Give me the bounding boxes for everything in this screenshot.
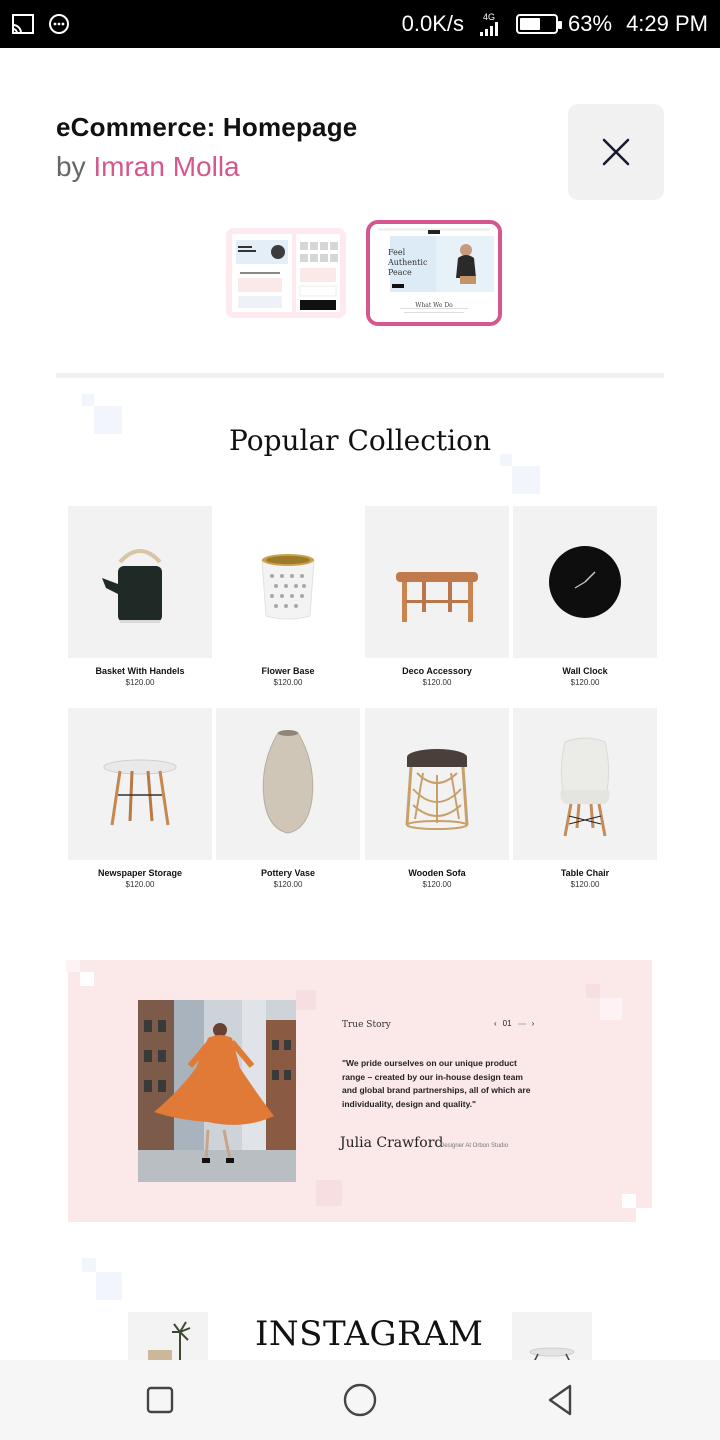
product-name: Wooden Sofa — [408, 868, 466, 878]
decor-square — [80, 972, 94, 986]
product-card[interactable]: Pottery Vase $120.00 — [216, 708, 360, 889]
decor-square — [82, 1258, 96, 1272]
thumbnail-1[interactable] — [226, 228, 346, 318]
page-number: 01 — [502, 1019, 512, 1028]
thumb-caption: What We Do — [415, 302, 453, 309]
byline: by Imran Molla — [56, 151, 357, 183]
chair-image — [560, 737, 610, 837]
product-card[interactable]: Wooden Sofa $120.00 — [365, 708, 509, 889]
product-name: Newspaper Storage — [97, 868, 183, 878]
story-pager: ‹ 01 › — [494, 1019, 534, 1028]
battery-percent: 63% — [568, 11, 613, 36]
home-button[interactable] — [340, 1380, 380, 1420]
decor-square — [600, 998, 622, 1020]
instagram-image[interactable] — [128, 1312, 208, 1362]
thumb-text-2: Authentic — [388, 258, 428, 267]
product-price: $120.00 — [422, 678, 452, 687]
product-name: Flower Base — [261, 666, 315, 676]
decor-square — [586, 984, 600, 998]
product-price: $120.00 — [422, 880, 452, 889]
decor-square — [316, 1180, 342, 1206]
product-price: $120.00 — [570, 880, 600, 889]
product-card[interactable]: Table Chair $120.00 — [513, 708, 657, 889]
recents-button[interactable] — [140, 1380, 180, 1420]
close-icon — [602, 138, 630, 166]
product-price: $120.00 — [570, 678, 600, 687]
product-card[interactable]: Newspaper Storage $120.00 — [68, 708, 212, 889]
product-name: Table Chair — [560, 868, 610, 878]
close-button[interactable] — [568, 104, 664, 200]
product-name: Pottery Vase — [260, 868, 316, 878]
product-price: $120.00 — [273, 880, 303, 889]
product-name: Basket With Handels — [95, 666, 185, 676]
product-card[interactable]: Wall Clock $120.00 — [513, 506, 657, 687]
product-price: $120.00 — [125, 678, 155, 687]
back-button[interactable] — [540, 1380, 580, 1420]
page-title: eCommerce: Homepage — [56, 112, 358, 142]
product-name: Deco Accessory — [402, 666, 472, 676]
status-bar: 0.0K/s 4G 63% 4:29 PM — [0, 0, 720, 48]
story-label: True Story — [342, 1020, 391, 1030]
thumb-text-3: Peace — [388, 268, 412, 277]
circle-icon — [343, 1383, 377, 1417]
stool-image — [405, 749, 469, 830]
pager-bar — [517, 1022, 526, 1025]
decor-square — [512, 466, 540, 494]
battery-icon — [516, 14, 563, 34]
square-icon — [146, 1386, 174, 1414]
cast-icon — [12, 14, 34, 34]
vase-image — [262, 730, 314, 834]
system-nav-bar — [0, 1360, 720, 1440]
network-type: 4G — [483, 11, 496, 22]
section-title: Popular Collection — [229, 424, 491, 457]
product-name: Wall Clock — [562, 666, 608, 676]
instagram-title: INSTAGRAM — [255, 1314, 484, 1354]
message-icon — [49, 14, 69, 34]
product-price: $120.00 — [273, 678, 303, 687]
side-table-image — [103, 759, 177, 826]
thumbnail-2-selected[interactable]: Feel Authentic Peace What We Do — [366, 220, 502, 326]
product-price: $120.00 — [125, 880, 155, 889]
decor-square — [82, 394, 94, 406]
decor-square — [636, 1208, 654, 1224]
screen: 0.0K/s 4G 63% 4:29 PM eCommerce: Homepag… — [0, 0, 720, 1440]
by-prefix: by — [56, 151, 86, 182]
decor-square — [96, 1272, 122, 1300]
decor-square — [622, 1194, 636, 1208]
signal-icon — [480, 21, 499, 36]
testimonial-photo — [138, 1000, 296, 1182]
wall-clock-image — [549, 546, 621, 618]
instagram-image[interactable] — [512, 1312, 592, 1362]
prev-arrow-icon[interactable]: ‹ — [494, 1019, 497, 1028]
testimonial-role: Designer At Orbon Studio — [440, 1143, 509, 1149]
back-triangle-icon — [548, 1384, 572, 1416]
header: eCommerce: Homepage by Imran Molla — [56, 112, 357, 183]
kettle-image — [102, 549, 162, 623]
product-card[interactable]: Basket With Handels $120.00 — [68, 506, 212, 687]
testimonial-author: Julia Crawford — [340, 1135, 444, 1151]
clock: 4:29 PM — [626, 11, 708, 36]
author-link[interactable]: Imran Molla — [93, 151, 239, 182]
next-arrow-icon[interactable]: › — [532, 1019, 535, 1028]
round-table-image — [396, 572, 478, 622]
thumb-text-1: Feel — [388, 248, 406, 257]
product-card[interactable]: Deco Accessory $120.00 — [365, 506, 509, 687]
decor-square — [296, 990, 316, 1010]
testimonial-quote: "We pride ourselves on our unique produc… — [342, 1058, 531, 1109]
net-speed: 0.0K/s — [401, 11, 465, 36]
divider — [56, 373, 664, 378]
cup-image — [261, 554, 315, 620]
decor-square — [66, 960, 80, 972]
product-card[interactable]: Flower Base $120.00 — [216, 506, 360, 687]
